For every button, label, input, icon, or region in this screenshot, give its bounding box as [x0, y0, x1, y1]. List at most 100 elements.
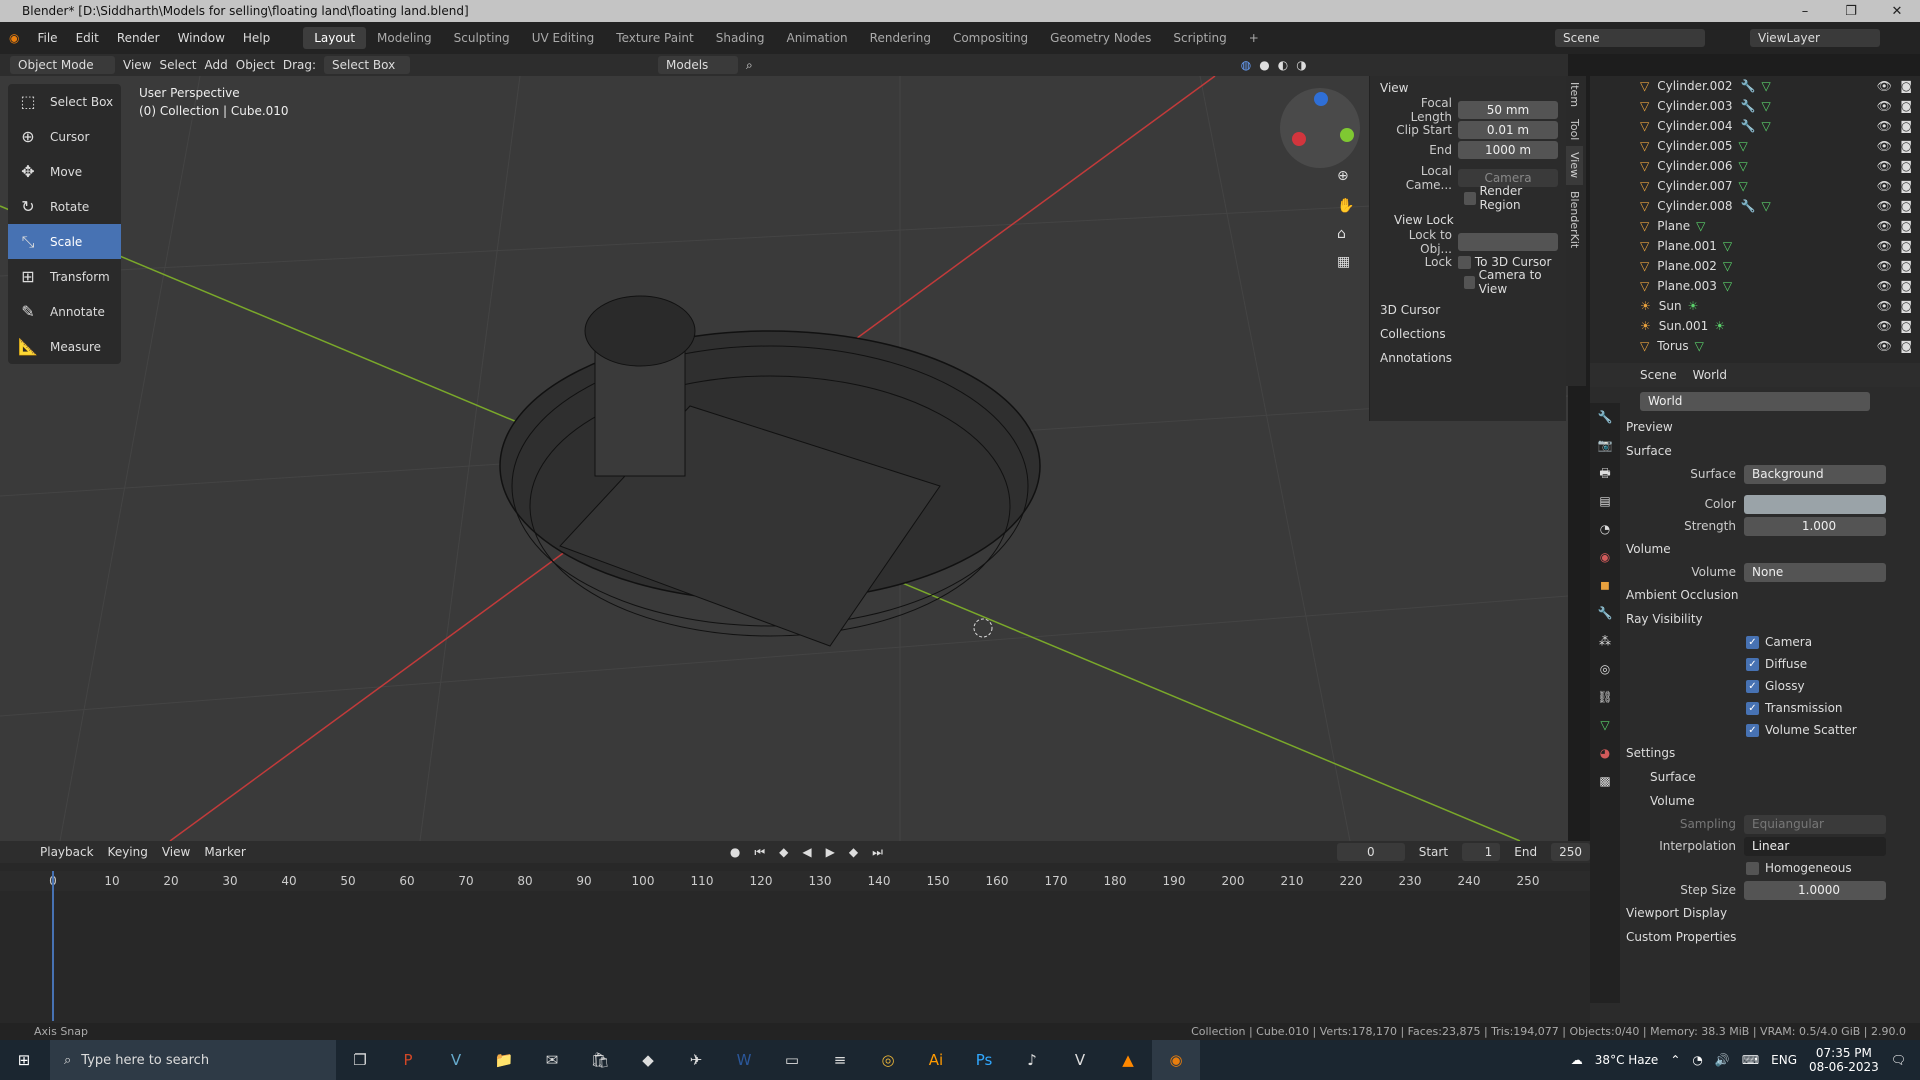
glossy-checkbox[interactable]: Glossy [1765, 679, 1805, 693]
tab-scripting[interactable]: Scripting [1162, 27, 1237, 49]
object-menu[interactable]: Object [236, 58, 275, 72]
clock[interactable]: 07:35 PM 08-06-2023 [1809, 1046, 1879, 1074]
lock-to-object-field[interactable] [1458, 233, 1558, 251]
constraints-tab-icon[interactable]: ⛓ [1590, 683, 1620, 711]
app-icon[interactable]: ◆ [624, 1040, 672, 1080]
mail-icon[interactable]: ✉ [528, 1040, 576, 1080]
shading-material-icon[interactable]: ◐ [1278, 58, 1288, 72]
menu-render[interactable]: Render [108, 31, 169, 45]
data-tab-icon[interactable]: ▽ [1590, 711, 1620, 739]
3d-viewport[interactable]: ⊕ ✋ ⌂ ▦ [0, 76, 1568, 841]
task-view-icon[interactable]: ❐ [336, 1040, 384, 1080]
tool-move[interactable]: ✥ Move [8, 154, 121, 189]
tab-sculpting[interactable]: Sculpting [443, 27, 521, 49]
add-menu[interactable]: Add [205, 58, 228, 72]
render-tab-icon[interactable]: 📷 [1590, 431, 1620, 459]
ray-visibility-section[interactable]: Ray Visibility [1590, 607, 1920, 631]
mode-dropdown[interactable]: Object Mode [10, 56, 115, 74]
drag-dropdown[interactable]: Select Box [324, 56, 411, 74]
collections-section[interactable]: Collections [1370, 322, 1566, 346]
outliner-item[interactable]: ☀ Sun ☀ 👁 ◙ [1590, 296, 1920, 316]
volume-section[interactable]: Volume [1590, 537, 1920, 561]
homogeneous-checkbox[interactable]: Homogeneous [1765, 861, 1852, 875]
outliner-item[interactable]: ▽ Cylinder.003 🔧 ▽ 👁 ◙ [1590, 96, 1920, 116]
store-icon[interactable]: 🛍 [576, 1040, 624, 1080]
app-icon[interactable]: ♪ [1008, 1040, 1056, 1080]
shading-wireframe-icon[interactable]: ◍ [1241, 58, 1251, 72]
vectorworks-icon[interactable]: V [432, 1040, 480, 1080]
tool-scale[interactable]: ⤡ Scale [8, 224, 121, 259]
gizmo-x-icon[interactable] [1292, 132, 1306, 146]
add-workspace-icon[interactable]: + [1238, 27, 1270, 49]
modifier-tab-icon[interactable]: 🔧 [1590, 599, 1620, 627]
gizmo-y-icon[interactable] [1340, 128, 1354, 142]
custom-properties-section[interactable]: Custom Properties [1590, 925, 1920, 949]
tab-item[interactable]: Item [1566, 76, 1583, 113]
world-tab-icon[interactable]: ◉ [1590, 543, 1620, 571]
wifi-icon[interactable]: ◔ [1692, 1053, 1702, 1067]
viewport-display-section[interactable]: Viewport Display [1590, 901, 1920, 925]
jump-end-icon[interactable]: ⏭ [872, 845, 883, 860]
view-layer-selector[interactable]: ViewLayer [1750, 29, 1880, 47]
select-menu[interactable]: Select [159, 58, 196, 72]
outliner-item[interactable]: ▽ Torus ▽ 👁 ◙ [1590, 336, 1920, 356]
next-keyframe-icon[interactable]: ◆ [849, 845, 858, 859]
step-size-field[interactable]: 1.0000 [1744, 880, 1886, 900]
app-icon[interactable]: ▭ [768, 1040, 816, 1080]
camera-view-icon[interactable]: ⌂ [1337, 226, 1346, 242]
tab-shading[interactable]: Shading [705, 27, 776, 49]
chrome-icon[interactable]: ◎ [864, 1040, 912, 1080]
clip-start-field[interactable]: 0.01 m [1458, 121, 1558, 139]
surface-section[interactable]: Surface [1590, 439, 1920, 463]
tab-geometry-nodes[interactable]: Geometry Nodes [1039, 27, 1162, 49]
keyboard-icon[interactable]: ⌨ [1742, 1053, 1759, 1067]
focal-length-field[interactable]: 50 mm [1458, 101, 1558, 119]
outliner-item[interactable]: ▽ Cylinder.007 ▽ 👁 ◙ [1590, 176, 1920, 196]
illustrator-icon[interactable]: Ai [912, 1040, 960, 1080]
app-icon[interactable]: V [1056, 1040, 1104, 1080]
material-tab-icon[interactable]: ◕ [1590, 739, 1620, 767]
tool-rotate[interactable]: ↻ Rotate [8, 189, 121, 224]
jump-start-icon[interactable]: ⏮ [754, 845, 765, 860]
file-explorer-icon[interactable]: 📁 [480, 1040, 528, 1080]
record-icon[interactable]: ● [730, 845, 740, 859]
current-frame-field[interactable]: 0 [1336, 843, 1405, 861]
tool-measure[interactable]: 📐 Measure [8, 329, 121, 364]
tab-texture-paint[interactable]: Texture Paint [605, 27, 704, 49]
outliner-item[interactable]: ▽ Plane.003 ▽ 👁 ◙ [1590, 276, 1920, 296]
outliner-item[interactable]: ▽ Plane.001 ▽ 👁 ◙ [1590, 236, 1920, 256]
world-datablock-field[interactable]: World [1640, 391, 1870, 411]
texture-tab-icon[interactable]: ▩ [1590, 767, 1620, 795]
3d-cursor-section[interactable]: 3D Cursor [1370, 298, 1566, 322]
tab-rendering[interactable]: Rendering [859, 27, 942, 49]
blender-logo-icon[interactable]: ◉ [0, 31, 28, 45]
tool-annotate[interactable]: ✎ Annotate [8, 294, 121, 329]
tab-animation[interactable]: Animation [775, 27, 858, 49]
camera-checkbox[interactable]: Camera [1765, 635, 1812, 649]
tray-chevron-icon[interactable]: ⌃ [1670, 1053, 1680, 1067]
surface-shader-field[interactable]: Background [1744, 464, 1886, 484]
outliner-item[interactable]: ☀ Sun.001 ☀ 👁 ◙ [1590, 316, 1920, 336]
clip-end-field[interactable]: 1000 m [1458, 141, 1558, 159]
weather-label[interactable]: 38°C Haze [1595, 1053, 1659, 1067]
render-region-checkbox[interactable]: Render Region [1479, 184, 1558, 212]
scene-tab-icon[interactable]: ◔ [1590, 515, 1620, 543]
notification-icon[interactable]: 🗨 [1891, 1053, 1906, 1067]
shading-solid-icon[interactable]: ● [1259, 58, 1269, 72]
physics-tab-icon[interactable]: ◎ [1590, 655, 1620, 683]
outliner-item[interactable]: ▽ Cylinder.004 🔧 ▽ 👁 ◙ [1590, 116, 1920, 136]
settings-volume-subsection[interactable]: Volume [1590, 789, 1920, 813]
playhead[interactable] [52, 871, 54, 1021]
outliner-item[interactable]: ▽ Cylinder.005 ▽ 👁 ◙ [1590, 136, 1920, 156]
settings-section[interactable]: Settings [1590, 741, 1920, 765]
gizmo-z-icon[interactable] [1314, 92, 1328, 106]
taskbar-search[interactable]: ⌕ Type here to search [50, 1040, 336, 1080]
minimize-icon[interactable]: – [1782, 0, 1828, 22]
blender-taskbar-icon[interactable]: ◉ [1152, 1040, 1200, 1080]
tool-cursor[interactable]: ⊕ Cursor [8, 119, 121, 154]
volume-icon[interactable]: 🔊 [1715, 1053, 1730, 1067]
shading-rendered-icon[interactable]: ◑ [1296, 58, 1306, 72]
tab-modeling[interactable]: Modeling [366, 27, 443, 49]
ortho-grid-icon[interactable]: ▦ [1337, 254, 1350, 270]
particles-tab-icon[interactable]: ⁂ [1590, 627, 1620, 655]
